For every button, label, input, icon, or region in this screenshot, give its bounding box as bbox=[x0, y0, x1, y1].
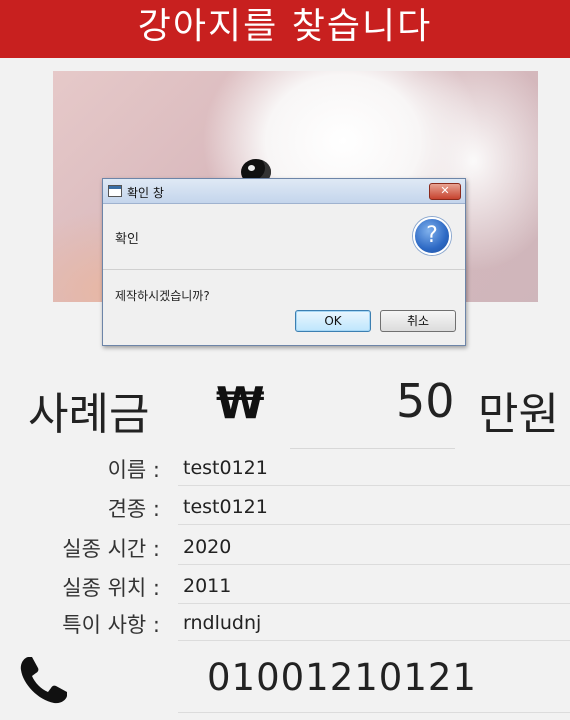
page-header: 강아지를 찾습니다 bbox=[0, 0, 570, 58]
question-icon: ? bbox=[413, 217, 451, 255]
ok-button[interactable]: OK bbox=[295, 310, 371, 332]
dialog-title: 확인 창 bbox=[127, 186, 164, 200]
reward-unit: 만원 bbox=[478, 389, 559, 440]
close-button[interactable]: ✕ bbox=[429, 183, 461, 200]
field-label: 실종 시간 : bbox=[62, 537, 160, 561]
field-value: test0121 bbox=[183, 496, 268, 518]
field-value: rndludnj bbox=[183, 612, 262, 634]
phone-icon[interactable] bbox=[18, 654, 70, 706]
field-row-notes: 특이 사항 : rndludnj bbox=[0, 603, 570, 641]
won-currency-symbol: ₩ bbox=[216, 378, 265, 429]
field-label: 견종 : bbox=[107, 497, 160, 521]
field-value: 2011 bbox=[183, 575, 232, 597]
field-label: 실종 위치 : bbox=[62, 576, 160, 600]
divider bbox=[178, 485, 570, 486]
confirm-dialog: 확인 창 ✕ 확인 ? 제작하시겠습니까? OK 취소 bbox=[102, 178, 466, 346]
field-row-name: 이름 : test0121 bbox=[0, 448, 570, 486]
field-value: test0121 bbox=[183, 457, 268, 479]
phone-number[interactable]: 01001210121 bbox=[207, 656, 477, 699]
divider bbox=[178, 640, 570, 641]
field-row-missing-time: 실종 시간 : 2020 bbox=[0, 527, 570, 565]
field-label: 특이 사항 : bbox=[62, 613, 160, 637]
field-value: 2020 bbox=[183, 536, 232, 558]
window-app-icon bbox=[108, 185, 122, 197]
page-title: 강아지를 찾습니다 bbox=[137, 6, 433, 47]
divider bbox=[178, 524, 570, 525]
dialog-header: 확인 ? bbox=[103, 204, 465, 270]
field-row-breed: 견종 : test0121 bbox=[0, 487, 570, 525]
field-label: 이름 : bbox=[107, 458, 160, 482]
dialog-titlebar[interactable]: 확인 창 ✕ bbox=[103, 179, 465, 204]
divider bbox=[178, 712, 570, 713]
cancel-button[interactable]: 취소 bbox=[380, 310, 456, 332]
divider bbox=[178, 564, 570, 565]
dialog-header-text: 확인 bbox=[115, 232, 139, 247]
field-row-missing-location: 실종 위치 : 2011 bbox=[0, 566, 570, 604]
reward-label: 사례금 bbox=[28, 389, 150, 440]
reward-amount: 50 bbox=[396, 374, 455, 428]
dialog-message: 제작하시겠습니까? bbox=[115, 289, 210, 303]
